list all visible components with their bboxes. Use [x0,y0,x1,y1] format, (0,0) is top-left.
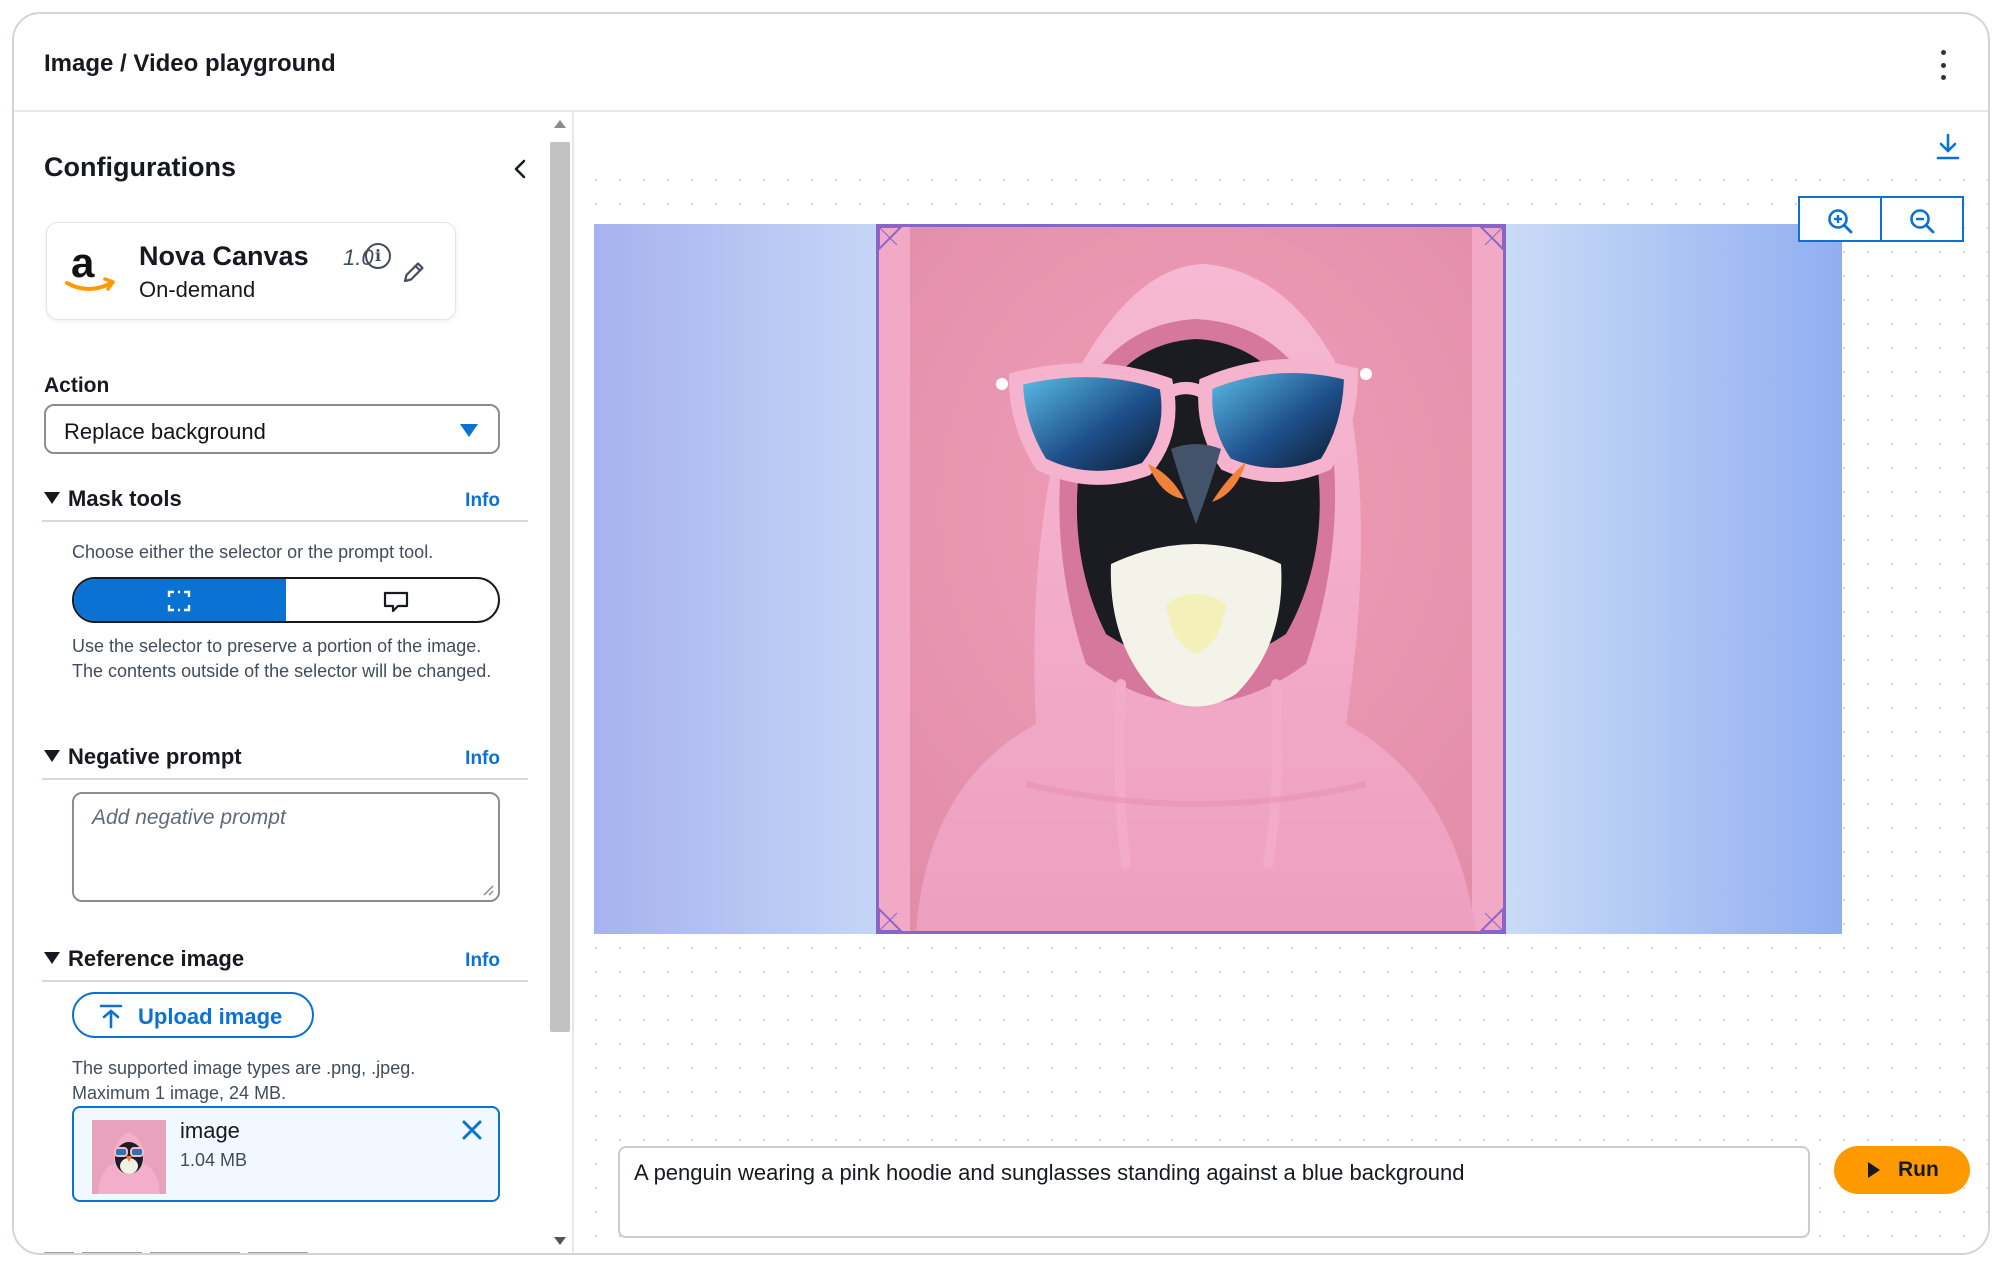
scroll-up-arrow-icon[interactable] [554,120,566,128]
mask-tools-hint: Choose either the selector or the prompt… [72,542,434,562]
reference-image-title: Reference image [68,946,245,971]
negative-prompt-section-header[interactable]: Negative prompt Info [42,740,528,780]
model-mode: On-demand [139,277,256,302]
selector-tool-button[interactable] [74,579,286,621]
page-title: Image / Video playground [44,50,336,77]
selection-frame-icon [167,590,191,612]
scrollbar-thumb[interactable] [550,142,570,1032]
info-icon[interactable]: i [365,243,391,269]
edit-pencil-icon[interactable] [399,259,427,287]
action-select-value: Replace background [64,419,266,444]
model-name: Nova Canvas [139,241,309,271]
canvas-toolbar [576,112,1988,170]
file-size: 1.04 MB [180,1150,248,1170]
mask-tool-toggle [72,577,500,623]
mask-tools-title: Mask tools [68,486,182,511]
scroll-down-arrow-icon[interactable] [554,1237,566,1245]
negative-prompt-info-link[interactable]: Info [465,748,500,770]
caret-down-icon [44,952,60,964]
negative-prompt-placeholder: Add negative prompt [92,806,286,829]
file-name: image [180,1118,240,1143]
generated-background-right [1504,224,1842,934]
configurations-title: Configurations [44,152,236,182]
zoom-out-button[interactable] [1880,198,1962,240]
resize-handle-top-right[interactable] [1479,225,1505,251]
action-select[interactable]: Replace background [44,404,500,454]
truncated-section-edge [44,1252,308,1253]
upload-image-label: Upload image [138,1004,283,1029]
caret-down-icon [460,424,478,437]
configurations-panel: Configurations a Nova Canvas 1.0 On-dema… [14,112,574,1253]
model-card[interactable]: a Nova Canvas 1.0 On-demand i [46,222,456,320]
run-label: Run [1898,1158,1939,1181]
prompt-text: A penguin wearing a pink hoodie and sung… [634,1160,1465,1185]
negative-prompt-textarea[interactable]: Add negative prompt [72,792,500,902]
prompt-tool-button[interactable] [286,579,498,621]
zoom-controls [1798,196,1964,242]
resize-handle-top-left[interactable] [877,225,903,251]
download-icon[interactable] [1934,132,1962,162]
config-scrollbar[interactable] [544,112,572,1253]
resize-handle-bottom-right[interactable] [1479,907,1505,933]
zoom-in-button[interactable] [1800,198,1880,240]
uploaded-file-tile[interactable]: image 1.04 MB [72,1106,500,1202]
playground-window: Image / Video playground Configurations … [12,12,1990,1255]
mask-tools-description: Use the selector to preserve a portion o… [72,636,492,681]
negative-prompt-title: Negative prompt [68,744,242,769]
image-canvas[interactable]: A penguin wearing a pink hoodie and sung… [576,112,1988,1253]
action-label: Action [44,374,110,397]
chat-bubble-icon [383,591,409,613]
upload-limit-text: Maximum 1 image, 24 MB. [72,1083,287,1103]
zoom-out-icon [1910,209,1935,234]
caret-down-icon [44,492,60,504]
upload-image-button[interactable]: Upload image [72,992,314,1038]
resize-grip-icon[interactable] [482,884,494,896]
zoom-in-icon [1828,209,1853,234]
amazon-logo-icon: a [65,239,115,291]
resize-handle-bottom-left[interactable] [877,907,903,933]
top-bar: Image / Video playground [14,14,1988,112]
prompt-input[interactable]: A penguin wearing a pink hoodie and sung… [618,1146,1810,1238]
close-icon[interactable] [460,1118,484,1142]
generated-background-left [594,224,876,934]
mask-tools-info-link[interactable]: Info [465,490,500,512]
mask-tools-section-header[interactable]: Mask tools Info [42,482,528,522]
upload-icon [99,1004,123,1029]
reference-image-section-header[interactable]: Reference image Info [42,942,528,982]
chevron-left-icon[interactable] [508,154,532,184]
supported-types-text: The supported image types are .png, .jpe… [72,1058,416,1078]
run-button[interactable]: Run [1834,1146,1970,1194]
file-thumbnail [92,1120,166,1194]
svg-text:a: a [71,239,95,286]
caret-down-icon [44,750,60,762]
more-options-icon[interactable] [1938,50,1948,80]
selector-frame[interactable] [876,224,1506,934]
reference-image-info-link[interactable]: Info [465,950,500,972]
play-icon [1868,1162,1880,1178]
